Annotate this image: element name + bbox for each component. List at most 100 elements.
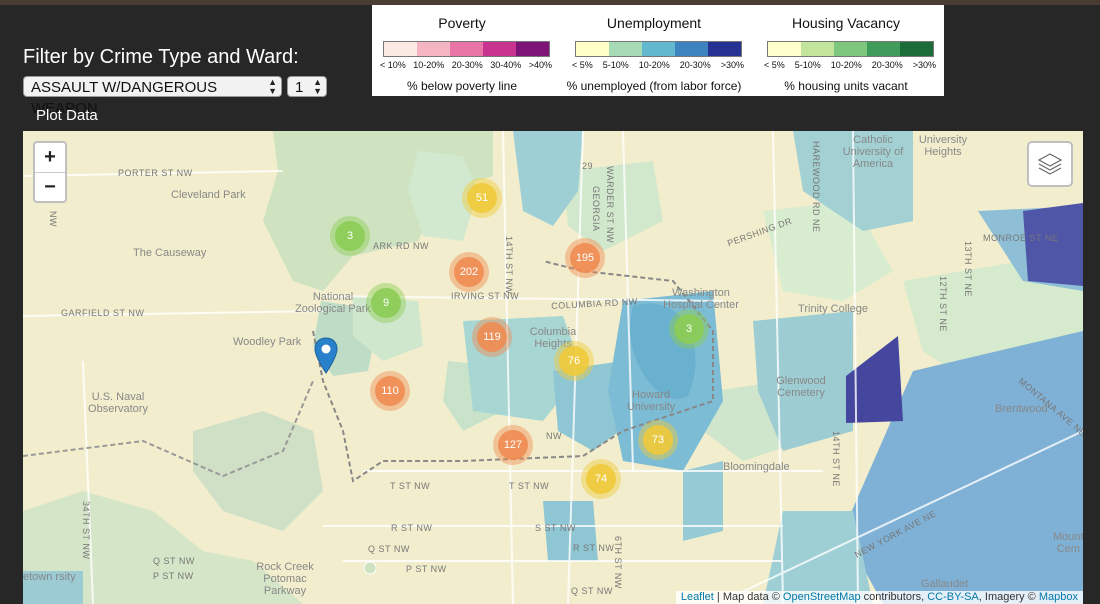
marker-cluster[interactable]: 76 [554, 341, 594, 381]
street-label: Q ST NW [368, 544, 410, 554]
ward-select[interactable]: 1 ▲ ▼ [287, 76, 327, 97]
street-label: 34TH ST NW [81, 501, 91, 560]
street-label: R ST NW [391, 523, 433, 533]
zoom-out-button[interactable]: − [35, 173, 65, 202]
cluster-count: 110 [375, 376, 405, 406]
legend-tick: 10-20% [413, 60, 445, 70]
legend-tick: < 10% [380, 60, 406, 70]
street-label: 14TH ST NW [504, 236, 514, 295]
place-label: Cleveland Park [171, 189, 246, 201]
place-label: Rock Creek Potomac Parkway [256, 561, 314, 597]
location-marker-icon[interactable] [313, 337, 339, 375]
marker-cluster[interactable]: 74 [581, 459, 621, 499]
zoom-in-button[interactable]: + [35, 143, 65, 173]
attribution-text: contributors, [860, 591, 928, 603]
legend-ticks: < 5% 5-10% 10-20% 20-30% >30% [572, 60, 744, 70]
cluster-count: 51 [467, 183, 497, 213]
legend-title: Poverty [438, 15, 486, 31]
place-label: The Causeway [133, 247, 207, 259]
cluster-count: 3 [335, 221, 365, 251]
legend-swatches [575, 41, 742, 57]
legend-swatch [867, 42, 900, 56]
layers-icon [1037, 153, 1063, 175]
ward-value: 1 [295, 79, 304, 96]
cluster-count: 202 [454, 257, 484, 287]
street-label: PORTER ST NW [118, 168, 193, 178]
leaflet-link[interactable]: Leaflet [681, 591, 714, 603]
legend-swatch [384, 42, 417, 56]
street-label: 29 [582, 161, 594, 171]
place-label: Woodley Park [233, 336, 302, 348]
place-label: University Heights [918, 134, 968, 158]
plot-data-button[interactable]: Plot Data [36, 107, 98, 124]
marker-cluster[interactable]: 51 [462, 178, 502, 218]
street-label: 14TH ST NE [831, 431, 841, 487]
marker-cluster[interactable]: 3 [330, 216, 370, 256]
legend-tick: 10-20% [638, 60, 670, 70]
legend-tick: 10-20% [830, 60, 862, 70]
street-label: NW [48, 211, 58, 227]
street-label: GARFIELD ST NW [61, 308, 145, 318]
cluster-count: 195 [570, 243, 600, 273]
place-label: Brentwood [995, 403, 1048, 415]
marker-cluster[interactable]: 195 [565, 238, 605, 278]
osm-link[interactable]: OpenStreetMap [783, 591, 861, 603]
street-label: T ST NW [390, 481, 431, 491]
marker-cluster[interactable]: 110 [370, 371, 410, 411]
street-label: Q ST NW [153, 556, 195, 566]
tract [1023, 203, 1083, 286]
legend-caption: % unemployed (from labor force) [566, 79, 742, 93]
place-label: National Zoological Park [295, 291, 371, 315]
legend-swatch [900, 42, 933, 56]
marker-cluster[interactable]: 3 [669, 309, 709, 349]
cluster-count: 127 [498, 430, 528, 460]
place-label: Washington Hospital Center [663, 287, 739, 311]
attribution-text: | Map data © [713, 591, 783, 603]
marker-cluster[interactable]: 9 [366, 283, 406, 323]
street-label: P ST NW [153, 571, 194, 581]
legend-tick: >30% [720, 60, 744, 70]
cluster-count: 119 [477, 322, 507, 352]
street-label: R ST NW [573, 543, 615, 553]
place-label: Howard University [626, 389, 676, 413]
cluster-count: 73 [643, 425, 673, 455]
legend-swatch [801, 42, 834, 56]
legend-tick: 20-30% [679, 60, 711, 70]
circle-park [363, 561, 377, 575]
place-label: Catholic University of America [842, 134, 904, 170]
crime-type-select[interactable]: ASSAULT W/DANGEROUS WEAPON ▲ ▼ [23, 76, 282, 117]
street-label: T ST NW [509, 481, 550, 491]
place-label: U.S. Naval Observatory [88, 391, 148, 415]
marker-cluster[interactable]: 73 [638, 420, 678, 460]
legend-tick: 20-30% [871, 60, 903, 70]
legend-tick: < 5% [764, 60, 785, 70]
choropleth-map[interactable]: PORTER ST NW GARFIELD ST NW IRVING ST NW CO… [23, 131, 1083, 604]
legend-swatch [768, 42, 801, 56]
place-label: Mount Cem [1053, 531, 1083, 555]
legend-swatch [483, 42, 516, 56]
legend-swatch [708, 42, 741, 56]
legend-title: Unemployment [606, 15, 702, 31]
license-link[interactable]: CC-BY-SA [927, 591, 979, 603]
layers-control-button[interactable] [1027, 141, 1073, 187]
attribution-text: , Imagery © [978, 591, 1039, 603]
street-label: 6TH ST NW [613, 536, 623, 589]
street-label: GEORGIA [591, 186, 601, 232]
street-label: Q ST NW [571, 586, 613, 596]
legend-swatches [767, 41, 934, 57]
legend-tick: 5-10% [602, 60, 629, 70]
marker-cluster[interactable]: 119 [472, 317, 512, 357]
legend-tick: < 5% [572, 60, 593, 70]
legend-swatch [834, 42, 867, 56]
filter-title: Filter by Crime Type and Ward: [23, 46, 299, 68]
street-label: S ST NW [535, 523, 576, 533]
legend-ticks: < 10% 10-20% 20-30% 30-40% >40% [380, 60, 552, 70]
legend-tick: 5-10% [794, 60, 821, 70]
marker-cluster[interactable]: 202 [449, 252, 489, 292]
street-label: WARDER ST NW [605, 166, 615, 243]
mapbox-link[interactable]: Mapbox [1039, 591, 1078, 603]
housing-vacancy-legend: Housing Vacancy < 5% 5-10% 10-20% 20-30% >30… [756, 5, 936, 96]
legend-swatch [675, 42, 708, 56]
legend-caption: % below poverty line [406, 79, 518, 93]
marker-cluster[interactable]: 127 [493, 425, 533, 465]
